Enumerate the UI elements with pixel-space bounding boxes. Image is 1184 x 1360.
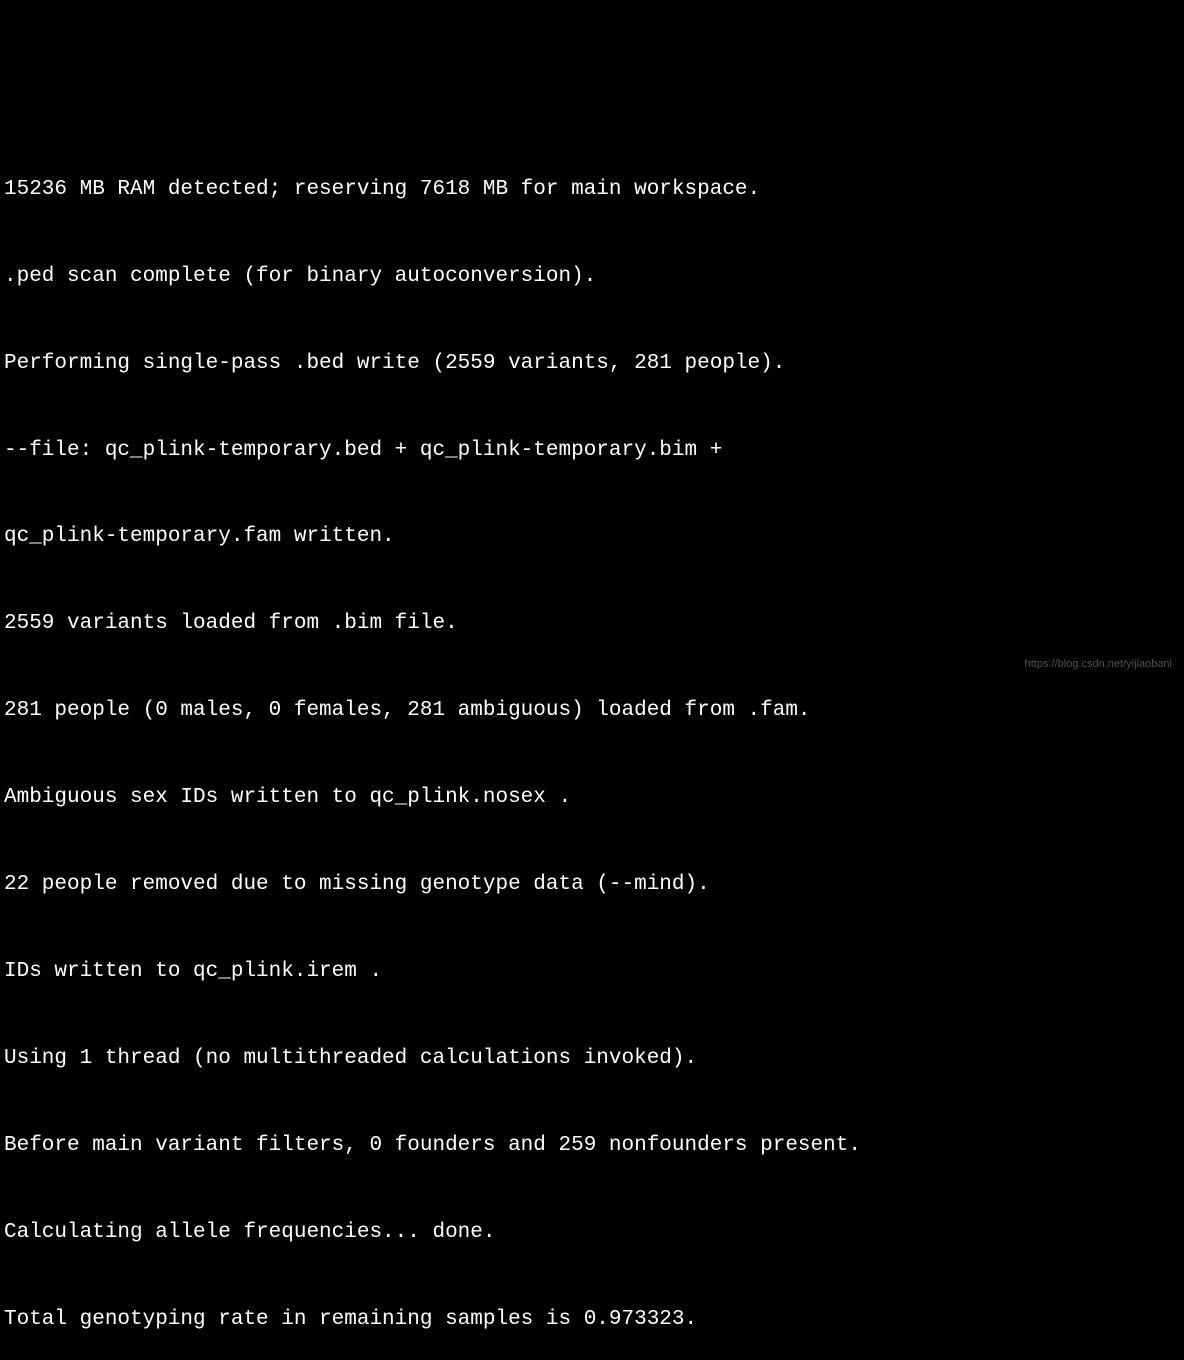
terminal-line: Ambiguous sex IDs written to qc_plink.no… [4, 784, 1180, 813]
terminal-line: Calculating allele frequencies... done. [4, 1219, 1180, 1248]
terminal-line: Total genotyping rate in remaining sampl… [4, 1306, 1180, 1335]
terminal-line: Using 1 thread (no multithreaded calcula… [4, 1045, 1180, 1074]
terminal-line: Before main variant filters, 0 founders … [4, 1132, 1180, 1161]
watermark-text: https://blog.csdn.net/yijiaobani [1025, 657, 1172, 672]
terminal-line: 2559 variants loaded from .bim file. [4, 610, 1180, 639]
terminal-line: Performing single-pass .bed write (2559 … [4, 350, 1180, 379]
terminal-line: 281 people (0 males, 0 females, 281 ambi… [4, 697, 1180, 726]
terminal-line: IDs written to qc_plink.irem . [4, 958, 1180, 987]
terminal-line: 22 people removed due to missing genotyp… [4, 871, 1180, 900]
terminal-output: 15236 MB RAM detected; reserving 7618 MB… [4, 118, 1180, 1360]
terminal-line: --file: qc_plink-temporary.bed + qc_plin… [4, 437, 1180, 466]
terminal-line: 15236 MB RAM detected; reserving 7618 MB… [4, 176, 1180, 205]
terminal-line: .ped scan complete (for binary autoconve… [4, 263, 1180, 292]
terminal-line: qc_plink-temporary.fam written. [4, 523, 1180, 552]
